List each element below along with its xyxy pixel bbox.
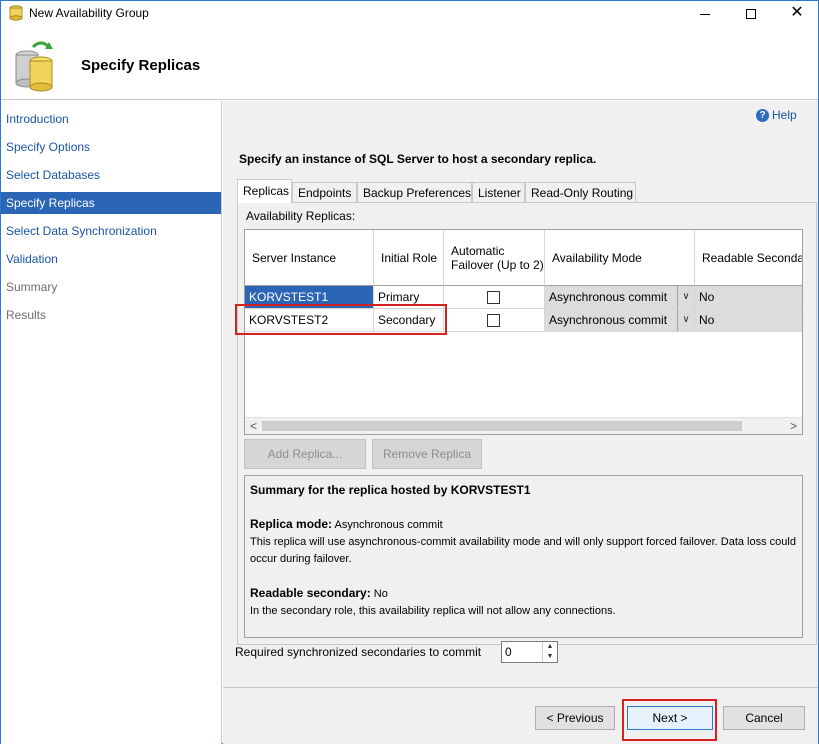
button-bar: < Previous Next > Cancel [223, 687, 818, 744]
replicas-tab-panel: Availability Replicas: Server Instance I… [237, 202, 817, 645]
spin-down-icon[interactable]: ▼ [543, 652, 557, 662]
cancel-button[interactable]: Cancel [723, 706, 805, 730]
nav-item-select-data-sync[interactable]: Select Data Synchronization [1, 220, 221, 242]
readable-secondary-line: Readable secondary: No [250, 585, 797, 603]
scroll-left-icon[interactable]: < [245, 418, 262, 434]
help-label: Help [772, 108, 797, 122]
spinner-buttons[interactable]: ▲ ▼ [542, 642, 557, 662]
horizontal-scrollbar[interactable]: < > [245, 417, 802, 434]
nav-item-validation[interactable]: Validation [1, 248, 221, 270]
minimize-button[interactable] [682, 1, 728, 25]
availability-mode-value: Asynchronous commit [549, 313, 668, 327]
automatic-failover-checkbox[interactable] [487, 291, 500, 304]
close-button[interactable]: ✕ [774, 1, 819, 25]
main-content: ? Help Specify an instance of SQL Server … [223, 101, 818, 687]
required-sync-value[interactable]: 0 [505, 645, 512, 659]
scroll-right-icon[interactable]: > [785, 418, 802, 434]
chevron-down-icon: ∨ [677, 309, 694, 331]
cell-automatic-failover [444, 309, 545, 332]
app-icon [9, 5, 23, 21]
replica-mode-description: This replica will use asynchronous-commi… [250, 536, 796, 548]
nav-item-results: Results [6, 308, 47, 322]
highlight-box-next-button [622, 699, 717, 741]
tab-read-only-routing[interactable]: Read-Only Routing [525, 182, 636, 203]
maximize-button[interactable] [728, 1, 774, 25]
cell-automatic-failover [444, 286, 545, 309]
replica-summary: Summary for the replica hosted by KORVST… [244, 475, 803, 638]
required-sync-label: Required synchronized secondaries to com… [235, 645, 482, 659]
nav-item-select-databases[interactable]: Select Databases [1, 164, 221, 186]
close-icon: ✕ [790, 4, 804, 21]
column-header-automatic-failover[interactable]: Automatic Failover (Up to 2) [444, 230, 545, 286]
column-header-initial-role[interactable]: Initial Role [374, 230, 444, 286]
minimize-icon [700, 13, 710, 15]
nav-item-introduction[interactable]: Introduction [1, 108, 221, 130]
database-sync-icon [15, 41, 53, 92]
tab-endpoints[interactable]: Endpoints [292, 182, 357, 203]
readable-secondary-value: No [373, 588, 388, 600]
help-link[interactable]: ? Help [756, 108, 797, 123]
replica-mode-label: Replica mode: [250, 517, 333, 531]
automatic-failover-checkbox[interactable] [487, 314, 500, 327]
previous-button[interactable]: < Previous [535, 706, 615, 730]
required-sync-spinner[interactable]: 0 ▲ ▼ [501, 641, 558, 663]
chevron-down-icon: ∨ [677, 286, 694, 308]
cell-readable-secondary[interactable]: No [695, 309, 802, 332]
tab-backup-preferences[interactable]: Backup Preferences [357, 182, 472, 203]
cell-readable-secondary[interactable]: No [695, 286, 802, 309]
nav-item-summary: Summary [6, 280, 58, 294]
maximize-icon [746, 9, 756, 20]
remove-replica-button[interactable]: Remove Replica [372, 439, 482, 469]
window-title: New Availability Group [29, 6, 149, 20]
nav-item-specify-options[interactable]: Specify Options [1, 136, 221, 158]
help-icon: ? [756, 109, 769, 123]
wizard-header: Specify Replicas [1, 25, 818, 100]
dialog-window: New Availability Group ✕ Specify Replica… [0, 0, 819, 744]
replica-mode-description-cont: occur during failover. [250, 553, 352, 565]
availability-replicas-label: Availability Replicas: [246, 209, 356, 223]
column-header-readable-secondary[interactable]: Readable Secondar [695, 230, 802, 286]
availability-mode-dropdown[interactable]: Asynchronous commit ∨ [545, 309, 695, 332]
replica-mode-line: Replica mode: Asynchronous commit [250, 516, 797, 534]
summary-title: Summary for the replica hosted by KORVST… [250, 483, 531, 497]
readable-secondary-label: Readable secondary: [250, 586, 371, 600]
tab-replicas[interactable]: Replicas [237, 179, 292, 203]
title-bar: New Availability Group ✕ [1, 1, 818, 25]
column-header-server-instance[interactable]: Server Instance [245, 230, 374, 286]
availability-mode-value: Asynchronous commit [549, 290, 668, 304]
highlight-box-secondary-row [235, 304, 447, 335]
add-replica-button[interactable]: Add Replica... [244, 439, 366, 469]
readable-secondary-description: In the secondary role, this availability… [250, 605, 616, 617]
replica-mode-value: Asynchronous commit [334, 519, 443, 531]
column-header-availability-mode[interactable]: Availability Mode [545, 230, 695, 286]
page-title: Specify Replicas [81, 57, 201, 74]
nav-item-specify-replicas[interactable]: Specify Replicas [1, 192, 221, 214]
scrollbar-thumb[interactable] [262, 421, 742, 431]
availability-mode-dropdown[interactable]: Asynchronous commit ∨ [545, 286, 695, 309]
instruction-text: Specify an instance of SQL Server to hos… [239, 152, 597, 166]
tab-listener[interactable]: Listener [472, 182, 525, 203]
wizard-nav: Introduction Specify Options Select Data… [1, 101, 222, 744]
spin-up-icon[interactable]: ▲ [543, 642, 557, 652]
